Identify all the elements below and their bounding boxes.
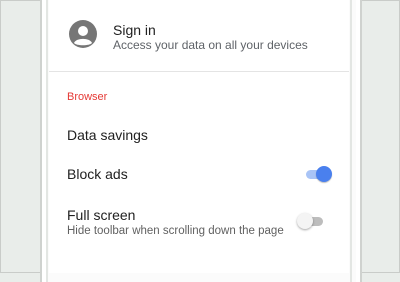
- sign-in-subtitle: Access your data on all your devices: [113, 38, 308, 52]
- section-divider: [49, 71, 349, 72]
- block-ads-toggle[interactable]: [304, 165, 332, 183]
- device-edge-right: [350, 0, 352, 282]
- sign-in-row[interactable]: Sign in Access your data on all your dev…: [49, 0, 349, 70]
- data-savings-item[interactable]: Data savings: [67, 127, 148, 143]
- settings-screen: Sign in Access your data on all your dev…: [49, 0, 349, 273]
- full-screen-toggle[interactable]: [297, 212, 325, 230]
- browser-section-header: Browser: [67, 91, 108, 103]
- toggle-thumb: [297, 213, 313, 229]
- sign-in-title: Sign in: [113, 22, 156, 38]
- toggle-thumb: [316, 166, 332, 182]
- block-ads-label[interactable]: Block ads: [67, 166, 128, 182]
- full-screen-label[interactable]: Full screen: [67, 207, 135, 223]
- device-edge-left: [46, 0, 48, 282]
- full-screen-sublabel: Hide toolbar when scrolling down the pag…: [67, 225, 284, 237]
- account-circle-icon: [69, 20, 97, 48]
